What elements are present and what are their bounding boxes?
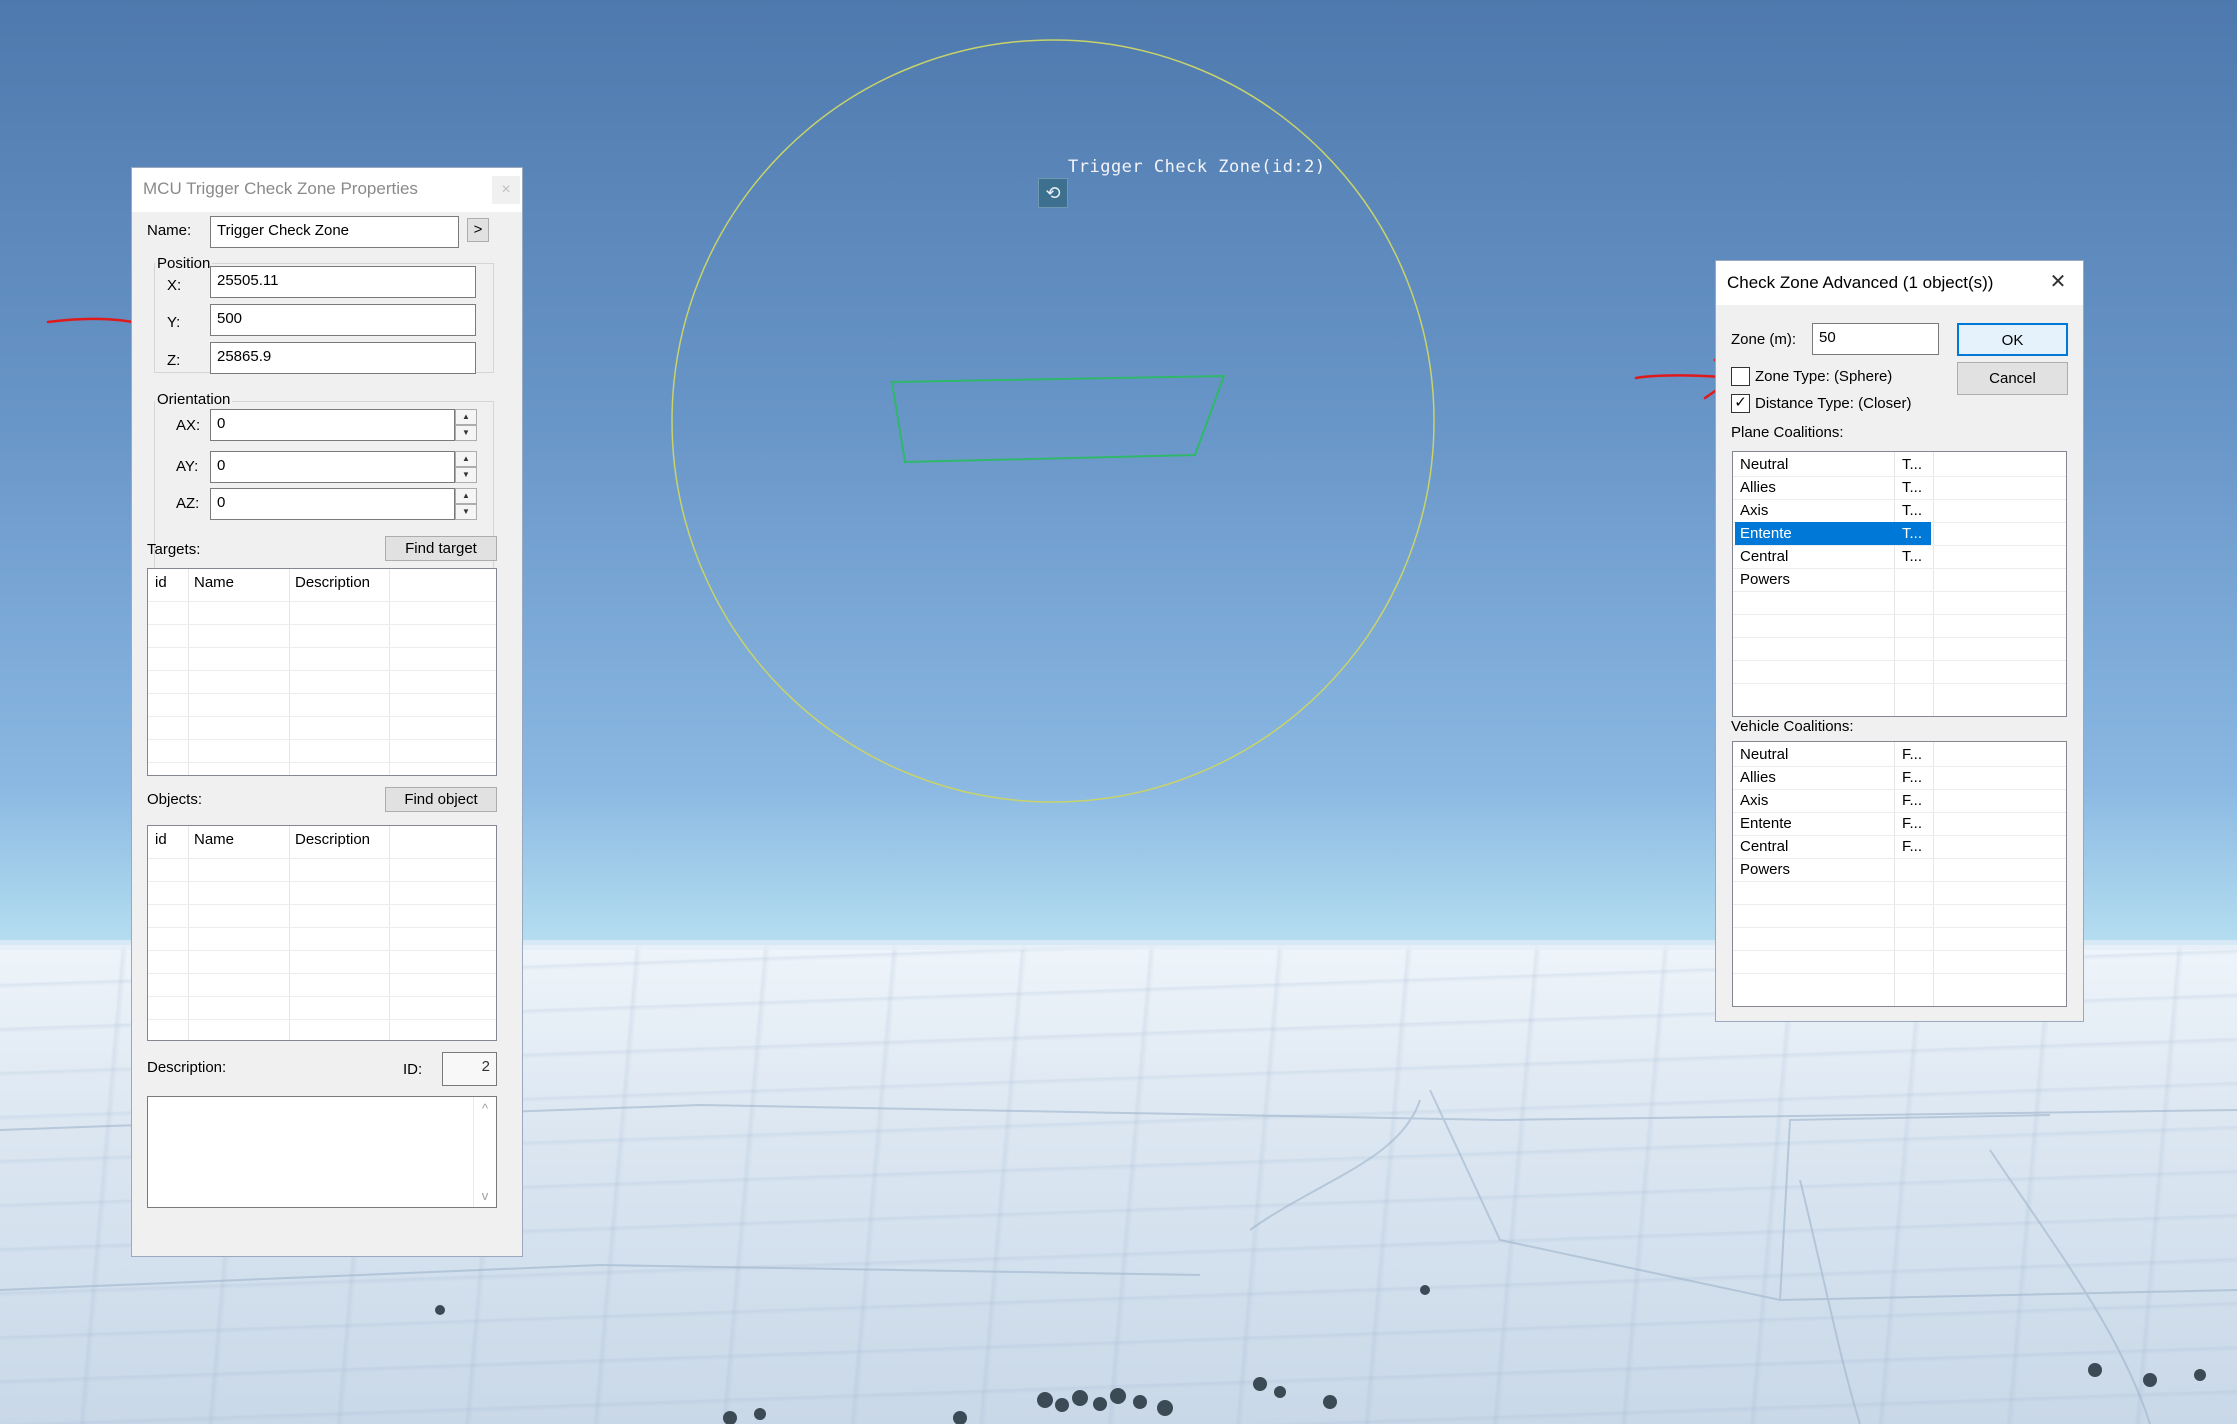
- zone-radius-field[interactable]: 50: [1812, 323, 1939, 355]
- id-field: 2: [442, 1052, 497, 1086]
- row-value: F...: [1902, 746, 1923, 763]
- col-description[interactable]: Description: [295, 574, 370, 591]
- position-group-label: Position: [155, 255, 213, 272]
- zone-label: Trigger Check Zone(id:2): [1068, 157, 1326, 177]
- row-value: T...: [1902, 525, 1923, 542]
- spin-down-icon[interactable]: ▼: [455, 504, 477, 520]
- row-name: Axis: [1740, 502, 1769, 519]
- objects-list-header: id Name Description: [148, 826, 496, 858]
- row-value: F...: [1902, 838, 1923, 855]
- ground-outline: [890, 374, 1226, 464]
- targets-list[interactable]: id Name Description: [147, 568, 497, 776]
- name-input[interactable]: Trigger Check Zone: [210, 216, 459, 248]
- col-id[interactable]: id: [155, 574, 167, 591]
- tree-line: [435, 1285, 2206, 1424]
- spin-up-icon[interactable]: ▲: [455, 451, 477, 467]
- z-label: Z:: [167, 352, 181, 369]
- x-field[interactable]: 25505.11: [210, 266, 476, 298]
- objects-label: Objects:: [147, 791, 203, 808]
- ay-spinner[interactable]: ▲ ▼: [455, 451, 477, 483]
- description-scrollbar[interactable]: ^ v: [473, 1097, 496, 1207]
- row-value: T...: [1902, 502, 1923, 519]
- row-name: Entente: [1740, 815, 1792, 832]
- close-icon[interactable]: ✕: [2043, 267, 2073, 297]
- distance-type-checkbox[interactable]: ✓: [1731, 394, 1750, 413]
- find-object-button[interactable]: Find object: [385, 787, 497, 812]
- properties-titlebar: MCU Trigger Check Zone Properties ×: [132, 168, 522, 212]
- row-name: Central Powers: [1740, 838, 1791, 878]
- x-label: X:: [167, 277, 182, 294]
- name-label: Name:: [147, 222, 192, 239]
- az-label: AZ:: [176, 495, 200, 512]
- spin-up-icon[interactable]: ▲: [455, 409, 477, 425]
- row-name: Neutral: [1740, 456, 1789, 473]
- row-name: Neutral: [1740, 746, 1789, 763]
- y-label: Y:: [167, 314, 181, 331]
- spin-down-icon[interactable]: ▼: [455, 425, 477, 441]
- col-name[interactable]: Name: [194, 574, 234, 591]
- ax-field[interactable]: 0: [210, 409, 455, 441]
- z-field[interactable]: 25865.9: [210, 342, 476, 374]
- cancel-button[interactable]: Cancel: [1957, 362, 2068, 395]
- row-value: T...: [1902, 479, 1923, 496]
- row-value: T...: [1902, 456, 1923, 473]
- col-description[interactable]: Description: [295, 831, 370, 848]
- az-spinner[interactable]: ▲ ▼: [455, 488, 477, 520]
- vehicle-coalitions-list[interactable]: Neutral F... Allies F... Axis F... Entente F…: [1732, 741, 2067, 1007]
- zone-type-checkbox[interactable]: [1731, 367, 1750, 386]
- distance-type-label[interactable]: Distance Type: (Closer): [1755, 395, 1911, 412]
- find-target-button[interactable]: Find target: [385, 536, 497, 561]
- zone-radius-label: Zone (m):: [1731, 331, 1797, 348]
- spin-up-icon[interactable]: ▲: [455, 488, 477, 504]
- row-name: Central Powers: [1740, 548, 1791, 588]
- check-zone-circle: [671, 39, 1435, 803]
- col-id[interactable]: id: [155, 831, 167, 848]
- description-textarea[interactable]: ^ v: [147, 1096, 497, 1208]
- zone-type-label[interactable]: Zone Type: (Sphere): [1755, 368, 1892, 385]
- ok-button[interactable]: OK: [1957, 323, 2068, 356]
- ax-label: AX:: [176, 417, 201, 434]
- ax-spinner[interactable]: ▲ ▼: [455, 409, 477, 441]
- vehicle-coalitions-label: Vehicle Coalitions:: [1731, 718, 1854, 735]
- row-value: T...: [1902, 548, 1923, 565]
- objects-list[interactable]: id Name Description: [147, 825, 497, 1041]
- ay-field[interactable]: 0: [210, 451, 455, 483]
- advanced-window: Check Zone Advanced (1 object(s)) ✕ Zone…: [1715, 260, 2084, 1022]
- row-value: F...: [1902, 769, 1923, 786]
- properties-title: MCU Trigger Check Zone Properties: [143, 179, 418, 198]
- properties-window: MCU Trigger Check Zone Properties × Name…: [131, 167, 523, 1257]
- description-label: Description:: [147, 1059, 227, 1076]
- row-value: F...: [1902, 792, 1923, 809]
- y-field[interactable]: 500: [210, 304, 476, 336]
- row-name: Allies: [1740, 769, 1776, 786]
- targets-label: Targets:: [147, 541, 201, 558]
- scroll-up-icon[interactable]: ^: [474, 1101, 496, 1116]
- advanced-title: Check Zone Advanced (1 object(s)): [1727, 273, 1994, 292]
- row-value: F...: [1902, 815, 1923, 832]
- plane-coalitions-list[interactable]: Neutral T... Allies T... Axis T... Entente T…: [1732, 451, 2067, 717]
- ay-label: AY:: [176, 458, 199, 475]
- plane-coalitions-label: Plane Coalitions:: [1731, 424, 1844, 441]
- row-name: Entente: [1740, 525, 1792, 542]
- row-name: Axis: [1740, 792, 1769, 809]
- spin-down-icon[interactable]: ▼: [455, 467, 477, 483]
- col-name[interactable]: Name: [194, 831, 234, 848]
- advanced-titlebar: Check Zone Advanced (1 object(s)) ✕: [1716, 261, 2083, 305]
- name-expand-button[interactable]: >: [467, 218, 489, 242]
- scroll-down-icon[interactable]: v: [474, 1188, 496, 1203]
- targets-list-header: id Name Description: [148, 569, 496, 601]
- az-field[interactable]: 0: [210, 488, 455, 520]
- trigger-zone-icon[interactable]: ⟲: [1038, 178, 1068, 208]
- close-icon[interactable]: ×: [492, 176, 520, 204]
- row-name: Allies: [1740, 479, 1776, 496]
- id-label: ID:: [403, 1061, 423, 1078]
- orientation-group-label: Orientation: [155, 391, 233, 408]
- plane-row-entente[interactable]: Entente T...: [1735, 522, 1931, 545]
